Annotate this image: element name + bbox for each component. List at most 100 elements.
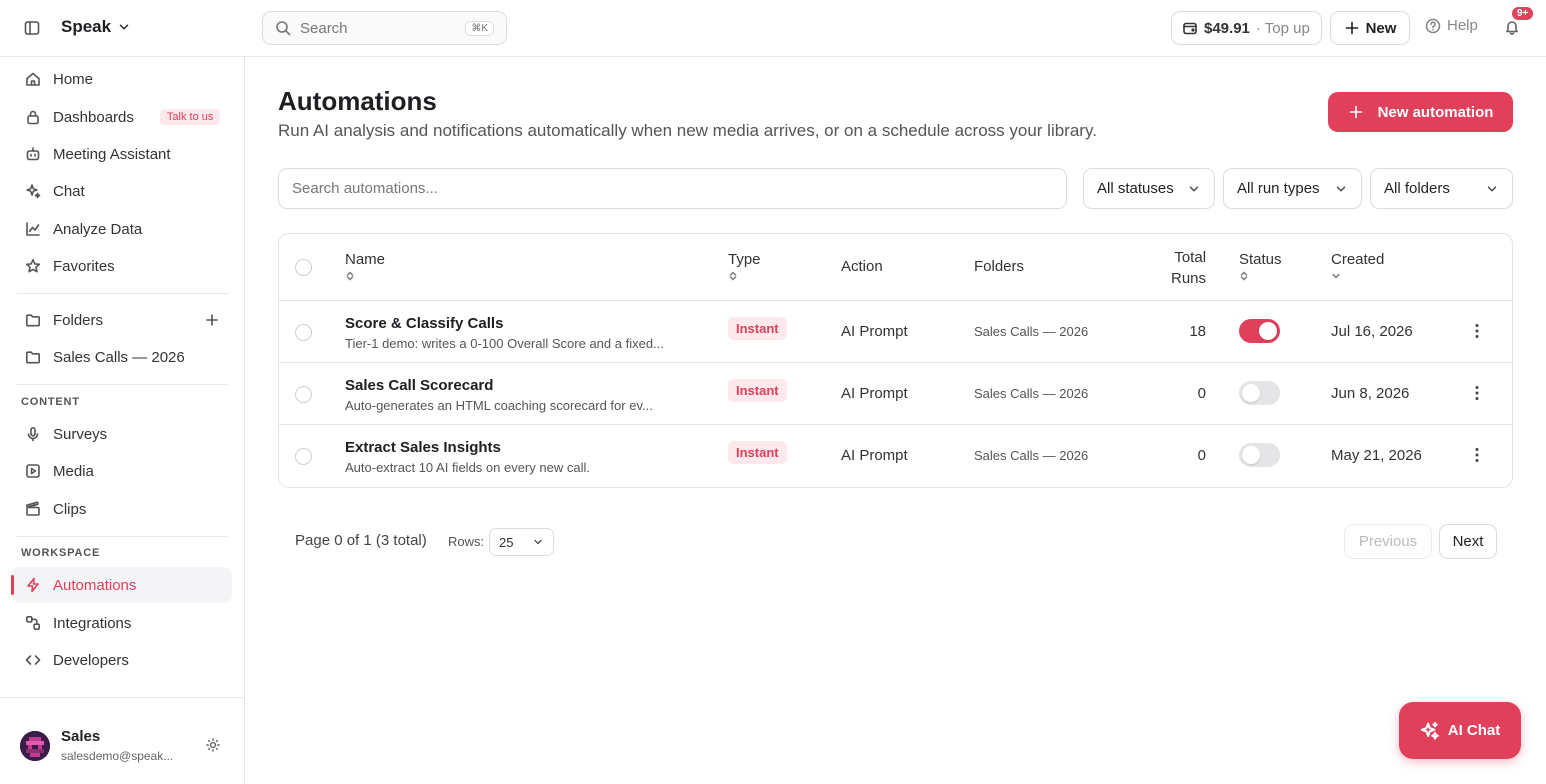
sidebar-item-developers[interactable]: Developers xyxy=(12,642,232,678)
table-row[interactable]: Score & Classify Calls Tier-1 demo: writ… xyxy=(279,301,1512,363)
bot-icon xyxy=(26,147,40,161)
workspace-switcher[interactable]: Speak xyxy=(61,17,131,37)
bell-icon[interactable] xyxy=(1504,19,1520,35)
sidebar-item-media[interactable]: Media xyxy=(12,453,232,489)
search-automations-input[interactable]: Search automations... xyxy=(278,168,1067,209)
column-type[interactable]: Type xyxy=(728,251,761,281)
help-circle-icon xyxy=(1425,18,1441,33)
ai-chat-button[interactable]: AI Chat xyxy=(1399,702,1521,759)
previous-page-button[interactable]: Previous xyxy=(1344,524,1432,559)
next-page-button[interactable]: Next xyxy=(1439,524,1497,559)
plus-icon xyxy=(1345,21,1358,35)
top-up-label: · Top up xyxy=(1255,19,1310,37)
new-label: New xyxy=(1365,19,1397,37)
sidebar-toggle-icon[interactable] xyxy=(24,20,40,36)
table-row[interactable]: Sales Call Scorecard Auto-generates an H… xyxy=(279,363,1512,425)
table-header: Name Type Action Folders Total Runs Stat… xyxy=(279,234,1512,301)
status-toggle[interactable] xyxy=(1239,319,1280,343)
more-options-icon[interactable] xyxy=(1469,385,1485,401)
sidebar-item-home[interactable]: Home xyxy=(12,61,232,97)
new-automation-button[interactable]: New automation xyxy=(1328,92,1513,132)
sidebar-divider xyxy=(17,536,228,537)
add-folder-icon[interactable] xyxy=(204,312,220,328)
automation-name-cell: Score & Classify Calls Tier-1 demo: writ… xyxy=(345,315,664,351)
table-row[interactable]: Extract Sales Insights Auto-extract 10 A… xyxy=(279,425,1512,487)
sidebar-item-folder-sales-calls[interactable]: Sales Calls — 2026 xyxy=(12,339,232,375)
status-toggle[interactable] xyxy=(1239,381,1280,405)
column-created[interactable]: Created xyxy=(1331,251,1384,281)
help-label: Help xyxy=(1447,17,1478,34)
talk-to-us-badge: Talk to us xyxy=(159,109,221,125)
sidebar-divider xyxy=(17,293,228,294)
column-status[interactable]: Status xyxy=(1239,251,1282,281)
sort-icon xyxy=(346,271,354,281)
sidebar-item-meeting-assistant[interactable]: Meeting Assistant xyxy=(12,136,232,172)
sidebar-item-label: Integrations xyxy=(53,614,132,632)
row-checkbox[interactable] xyxy=(295,386,312,403)
automation-action: AI Prompt xyxy=(841,323,908,340)
type-badge: Instant xyxy=(728,317,787,340)
sparkles-icon xyxy=(26,184,41,199)
type-badge-wrap: Instant xyxy=(728,317,787,340)
automation-folder: Sales Calls — 2026 xyxy=(974,448,1089,463)
sidebar-item-dashboards[interactable]: Dashboards Talk to us xyxy=(12,99,232,135)
sidebar-item-favorites[interactable]: Favorites xyxy=(12,248,232,284)
row-checkbox[interactable] xyxy=(295,448,312,465)
column-total-runs-line1: Total xyxy=(1174,249,1207,266)
global-search[interactable]: Search ⌘K xyxy=(262,11,507,45)
play-square-icon xyxy=(26,464,40,478)
page-subtitle: Run AI analysis and notifications automa… xyxy=(278,121,1097,140)
folder-filter-select[interactable]: All folders xyxy=(1370,168,1513,209)
status-filter-select[interactable]: All statuses xyxy=(1083,168,1215,209)
column-name[interactable]: Name xyxy=(345,251,385,281)
row-checkbox[interactable] xyxy=(295,324,312,341)
sidebar-item-surveys[interactable]: Surveys xyxy=(12,416,232,452)
new-automation-label: New automation xyxy=(1377,103,1494,121)
automation-name-cell: Sales Call Scorecard Auto-generates an H… xyxy=(345,377,653,413)
folder-filter-value: All folders xyxy=(1384,180,1450,197)
select-all-checkbox[interactable] xyxy=(295,259,312,276)
ai-chat-label: AI Chat xyxy=(1447,722,1501,739)
search-shortcut: ⌘K xyxy=(465,20,494,36)
sidebar-item-integrations[interactable]: Integrations xyxy=(12,605,232,641)
help-button[interactable]: Help xyxy=(1425,17,1478,34)
automation-created: May 21, 2026 xyxy=(1331,447,1422,464)
automation-total-runs: 0 xyxy=(1197,385,1206,402)
automation-created: Jul 16, 2026 xyxy=(1331,323,1413,340)
sidebar-item-clips[interactable]: Clips xyxy=(12,491,232,527)
balance-top-up-button[interactable]: $49.91 · Top up xyxy=(1171,11,1322,45)
sidebar-item-chat[interactable]: Chat xyxy=(12,173,232,209)
automation-description: Auto-extract 10 AI fields on every new c… xyxy=(345,460,590,475)
sort-icon xyxy=(729,271,737,281)
type-badge: Instant xyxy=(728,441,787,464)
toggle-knob xyxy=(1242,446,1260,464)
more-options-icon[interactable] xyxy=(1469,323,1485,339)
user-profile[interactable]: Sales salesdemo@speak... xyxy=(0,697,245,784)
search-automations-placeholder: Search automations... xyxy=(292,180,438,197)
user-name: Sales xyxy=(61,728,101,745)
sidebar-item-analyze-data[interactable]: Analyze Data xyxy=(12,211,232,247)
sidebar-item-automations[interactable]: Automations xyxy=(11,567,232,603)
chevron-down-icon xyxy=(534,539,542,545)
chevron-down-icon xyxy=(1336,186,1346,191)
user-email: salesdemo@speak... xyxy=(61,749,174,763)
column-created-label: Created xyxy=(1331,251,1385,268)
type-badge-wrap: Instant xyxy=(728,441,787,464)
sidebar-item-folders[interactable]: Folders xyxy=(12,302,232,338)
automation-action: AI Prompt xyxy=(841,447,908,464)
folder-icon xyxy=(26,351,40,364)
chart-line-icon xyxy=(26,222,40,236)
run-type-filter-select[interactable]: All run types xyxy=(1223,168,1362,209)
new-button[interactable]: New xyxy=(1330,11,1410,45)
rows-per-page-select[interactable]: 25 xyxy=(489,528,554,556)
status-toggle[interactable] xyxy=(1239,443,1280,467)
column-name-label: Name xyxy=(345,251,386,268)
link-icon xyxy=(25,615,40,630)
status-filter-value: All statuses xyxy=(1097,180,1174,197)
sidebar-item-label: Meeting Assistant xyxy=(53,145,171,163)
page-title: Automations xyxy=(278,86,437,116)
sun-icon[interactable] xyxy=(206,738,220,752)
sidebar-item-label: Analyze Data xyxy=(53,220,143,238)
more-options-icon[interactable] xyxy=(1469,447,1485,463)
sidebar-item-label: Chat xyxy=(53,182,85,200)
